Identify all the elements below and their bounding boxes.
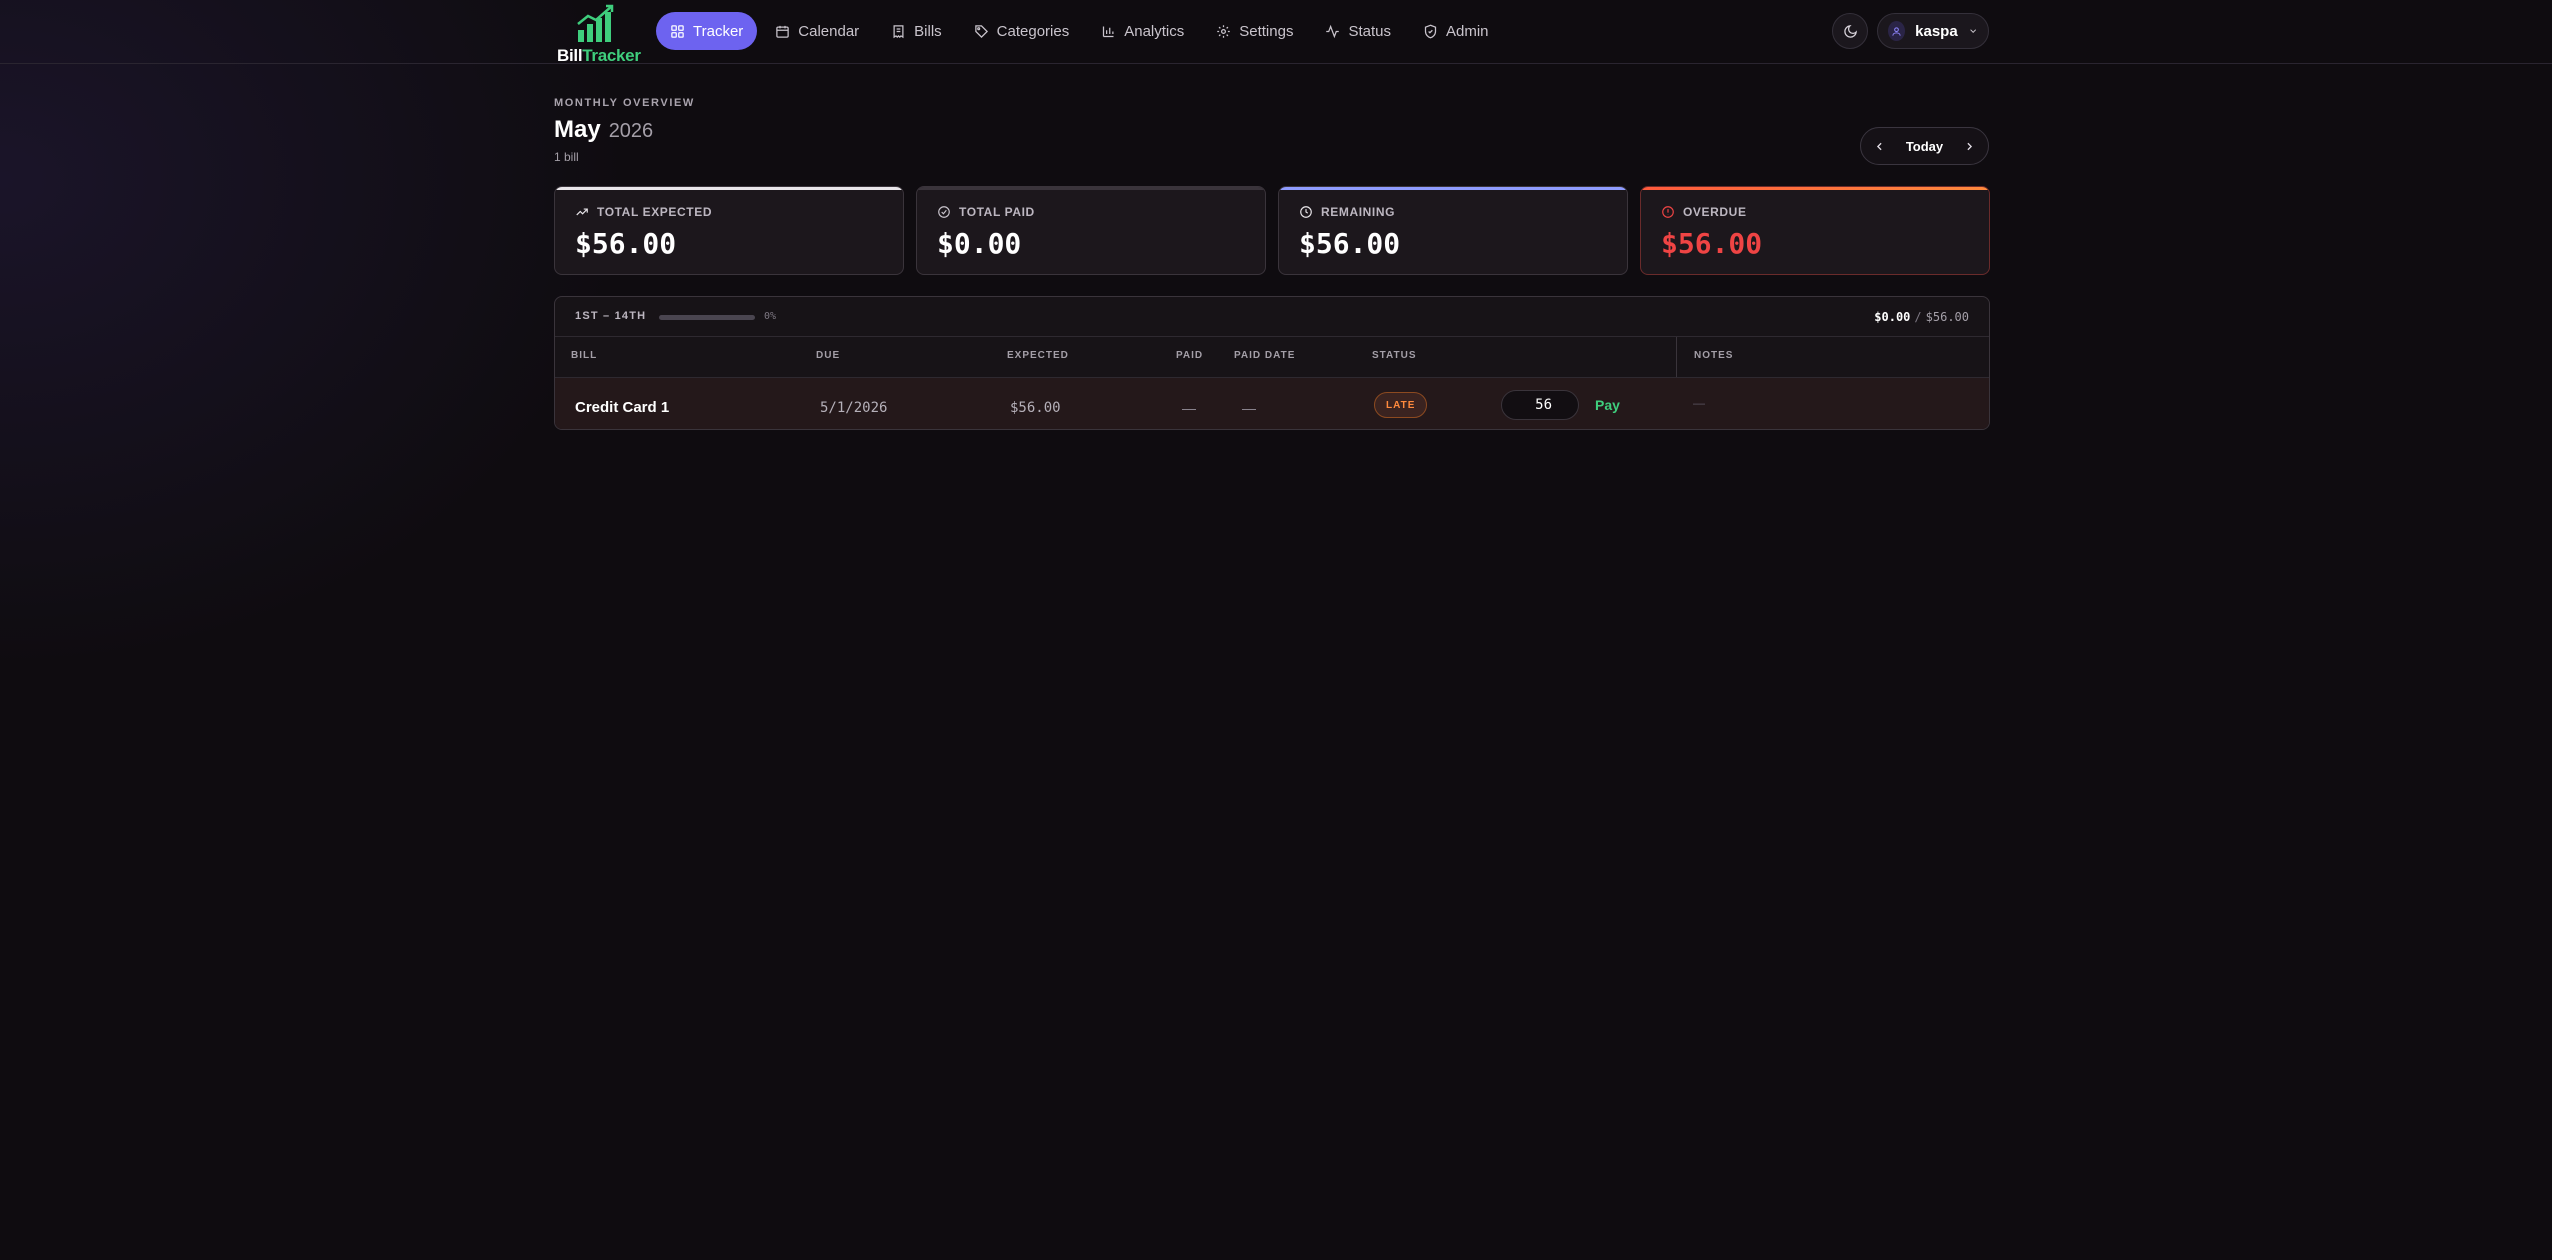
column-header-status[interactable]: STATUS — [1372, 350, 1417, 361]
card-total-expected: TOTAL EXPECTED $56.00 — [554, 186, 904, 275]
page-title: May 2026 — [554, 116, 653, 144]
card-label: REMAINING — [1321, 205, 1396, 219]
notes-value: — — [1693, 396, 1705, 410]
nav-analytics-label: Analytics — [1124, 22, 1185, 40]
month-navigator: Today — [1860, 127, 1989, 165]
period-progress-text: 0% — [764, 311, 777, 322]
bill-due-date: 5/1/2026 — [820, 400, 888, 416]
nav-calendar[interactable]: Calendar — [761, 12, 873, 50]
notes-cell[interactable]: — — [1677, 377, 1989, 429]
bill-paid-amount: — — [1182, 400, 1196, 416]
bill-count: 1 bill — [554, 150, 579, 164]
nav-tracker[interactable]: Tracker — [656, 12, 758, 50]
nav-bills[interactable]: Bills — [877, 12, 956, 50]
bill-expected-amount: $56.00 — [1010, 400, 1061, 416]
chevron-down-icon — [1969, 29, 1976, 33]
check-circle-icon — [938, 206, 950, 218]
period-progress-bar — [659, 315, 755, 320]
card-value: $56.00 — [1661, 227, 1763, 260]
bills-table-panel: 1ST – 14TH 0% $0.00/$56.00 BILL DUE EXPE… — [554, 296, 1990, 430]
card-label: TOTAL EXPECTED — [597, 205, 713, 219]
status-badge: LATE — [1374, 392, 1428, 418]
column-header-paid[interactable]: PAID — [1176, 350, 1203, 361]
card-remaining: REMAINING $56.00 — [1278, 186, 1628, 275]
card-accent — [555, 187, 903, 190]
tag-icon — [974, 24, 988, 38]
nav-admin[interactable]: Admin — [1409, 12, 1503, 50]
brand-name: BillTracker — [557, 46, 641, 65]
pay-button[interactable]: Pay — [1595, 397, 1620, 413]
nav-settings-label: Settings — [1239, 22, 1294, 40]
month-name: May — [554, 116, 601, 143]
logo-chart-icon — [577, 4, 614, 42]
nav-categories-label: Categories — [996, 22, 1070, 40]
column-header-paid-date[interactable]: PAID DATE — [1234, 350, 1295, 361]
period-separator: / — [1914, 310, 1922, 324]
chevron-right-icon[interactable] — [1963, 140, 1976, 153]
card-value: $0.00 — [937, 227, 1022, 260]
top-navigation-bar: BillTracker Tracker Calendar Bills Categ… — [0, 0, 2552, 65]
nav-status-label: Status — [1348, 22, 1391, 40]
nav-calendar-label: Calendar — [798, 22, 860, 40]
nav-status[interactable]: Status — [1311, 12, 1405, 50]
user-icon — [1892, 26, 1901, 36]
payment-amount-input[interactable] — [1501, 390, 1579, 420]
bill-paid-date: — — [1242, 400, 1256, 416]
theme-toggle-button[interactable] — [1832, 13, 1868, 49]
card-total-paid: TOTAL PAID $0.00 — [916, 186, 1266, 275]
nav-categories[interactable]: Categories — [960, 12, 1084, 50]
column-header-bill[interactable]: BILL — [571, 350, 597, 361]
period-label: 1ST – 14TH — [575, 310, 647, 322]
receipt-icon — [893, 24, 904, 38]
column-header-notes: NOTES — [1694, 350, 1734, 361]
card-label: TOTAL PAID — [959, 205, 1035, 219]
card-label: OVERDUE — [1683, 205, 1747, 219]
card-accent — [1279, 187, 1627, 190]
moon-icon — [1843, 24, 1857, 38]
nav-tracker-label: Tracker — [693, 22, 744, 40]
card-value: $56.00 — [1299, 227, 1401, 260]
shield-icon — [1424, 24, 1437, 38]
card-accent — [1641, 187, 1989, 190]
period-totals: $0.00/$56.00 — [1874, 310, 1969, 324]
section-overline: MONTHLY OVERVIEW — [554, 97, 695, 109]
period-expected-total: $56.00 — [1925, 310, 1969, 324]
column-header-expected[interactable]: EXPECTED — [1007, 350, 1069, 361]
year: 2026 — [608, 120, 654, 142]
trending-up-icon — [576, 208, 588, 216]
alert-circle-icon — [1662, 206, 1674, 218]
bill-name[interactable]: Credit Card 1 — [575, 399, 669, 416]
gear-icon — [1217, 24, 1230, 38]
calendar-icon — [776, 25, 790, 38]
avatar — [1888, 21, 1906, 41]
bar-chart-icon — [1103, 26, 1114, 37]
activity-icon — [1326, 24, 1340, 38]
nav-analytics[interactable]: Analytics — [1087, 12, 1198, 50]
table-row[interactable]: Credit Card 1 5/1/2026 $56.00 — — LATE P… — [555, 377, 1689, 429]
user-menu-button[interactable]: kaspa — [1877, 13, 1989, 49]
nav-settings[interactable]: Settings — [1202, 12, 1307, 50]
card-accent — [917, 187, 1265, 190]
app-logo[interactable]: BillTracker — [556, 4, 641, 65]
card-overdue: OVERDUE $56.00 — [1640, 186, 1990, 275]
grid-icon — [671, 24, 684, 38]
today-button[interactable]: Today — [1906, 139, 1943, 154]
period-paid-total: $0.00 — [1874, 310, 1911, 324]
nav-admin-label: Admin — [1445, 22, 1489, 40]
column-header-due[interactable]: DUE — [816, 350, 840, 361]
clock-icon — [1300, 206, 1312, 218]
username: kaspa — [1915, 22, 1958, 40]
card-value: $56.00 — [575, 227, 677, 260]
main-nav: Tracker Calendar Bills Categories Analyt… — [656, 12, 1503, 50]
nav-bills-label: Bills — [914, 22, 942, 40]
period-header: 1ST – 14TH 0% $0.00/$56.00 — [555, 297, 1989, 337]
chevron-left-icon[interactable] — [1873, 140, 1886, 153]
